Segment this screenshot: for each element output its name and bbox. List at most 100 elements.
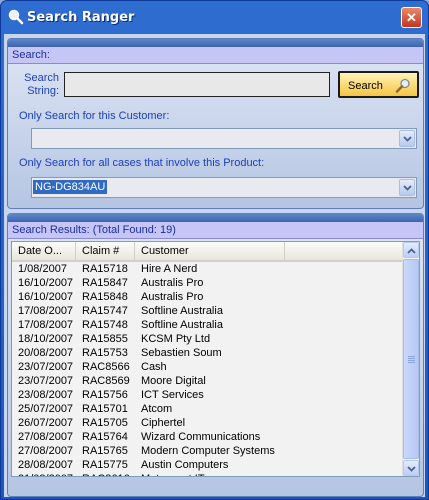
cell-date: 25/07/2007 [18, 403, 74, 415]
search-panel: Search: Search String: Search Only Searc… [7, 38, 424, 209]
results-rows: 1/08/2007 RA15718 Hire A Nerd 16/10/2007 RA1… [12, 262, 403, 476]
cell-claim: RAC8569 [82, 375, 130, 387]
cell-date: 28/08/2007 [18, 459, 74, 471]
customer-dropdown-button[interactable] [399, 130, 415, 147]
product-dropdown-value: NG-DG834AU [33, 180, 108, 194]
search-button-label: Search [348, 80, 383, 92]
cell-claim: RA15775 [82, 459, 128, 471]
cell-claim: RA15705 [82, 417, 128, 429]
table-row[interactable]: 31/08/2007 RAC8616 Metrowest IT [12, 472, 403, 476]
title-bar[interactable]: Search Ranger ✕ [1, 1, 428, 34]
cell-date: 27/08/2007 [18, 445, 74, 457]
cell-date: 23/08/2007 [18, 389, 74, 401]
results-panel-header: Search Results: (Total Found: 19) [8, 222, 423, 239]
table-row[interactable]: 28/08/2007 RA15775 Austin Computers [12, 458, 403, 472]
search-ranger-window: Search Ranger ✕ Search: Search String: S… [0, 0, 429, 500]
cell-claim: RA15855 [82, 333, 128, 345]
cell-customer: Australis Pro [141, 277, 204, 289]
cell-date: 16/10/2007 [18, 277, 74, 289]
cell-claim: RA15756 [82, 389, 128, 401]
column-header-date[interactable]: Date O... [12, 242, 76, 260]
product-dropdown-button[interactable] [399, 179, 415, 196]
chevron-down-icon [403, 185, 412, 191]
cell-customer: Metrowest IT [141, 472, 205, 476]
cell-customer: Sebastien Soum [141, 347, 222, 359]
cell-customer: Softline Australia [141, 319, 223, 331]
magnifier-icon [8, 9, 24, 25]
scroll-down-button[interactable] [403, 460, 419, 476]
cell-claim: RA15765 [82, 445, 128, 457]
product-filter-label: Only Search for all cases that involve t… [19, 157, 265, 169]
cell-date: 26/07/2007 [18, 417, 74, 429]
cell-customer: Wizard Communications [141, 431, 261, 443]
table-row[interactable]: 17/08/2007 RA15748 Softline Australia [12, 318, 403, 332]
cell-date: 17/08/2007 [18, 305, 74, 317]
vertical-scrollbar[interactable] [402, 242, 419, 476]
results-table[interactable]: Date O... Claim # Customer 1/08/2007 RA15… [11, 241, 420, 477]
cell-claim: RA15753 [82, 347, 128, 359]
search-string-input[interactable] [64, 72, 330, 97]
table-row[interactable]: 27/08/2007 RA15765 Modern Computer Systems [12, 444, 403, 458]
cell-customer: Atcom [141, 403, 173, 415]
cell-date: 31/08/2007 [18, 472, 73, 476]
cell-claim: RA15718 [82, 263, 128, 275]
cell-date: 17/08/2007 [18, 319, 74, 331]
column-header-customer[interactable]: Customer [135, 242, 285, 260]
close-icon: ✕ [406, 10, 417, 25]
cell-customer: Ciphertel [141, 417, 186, 429]
cell-claim: RAC8566 [82, 361, 130, 373]
table-row[interactable]: 23/08/2007 RA15756 ICT Services [12, 388, 403, 402]
cell-claim: RA15848 [82, 291, 128, 303]
cell-customer: Australis Pro [141, 291, 204, 303]
table-row[interactable]: 1/08/2007 RA15718 Hire A Nerd [12, 262, 403, 276]
table-row[interactable]: 25/07/2007 RA15701 Atcom [12, 402, 403, 416]
cell-claim: RA15847 [82, 277, 128, 289]
table-row[interactable]: 23/07/2007 RAC8566 Cash [12, 360, 403, 374]
panel-top-strip [8, 214, 423, 222]
customer-dropdown[interactable] [31, 128, 417, 149]
table-row[interactable]: 27/08/2007 RA15764 Wizard Communications [12, 430, 403, 444]
thumb-grip [408, 358, 415, 359]
column-header-claim[interactable]: Claim # [76, 242, 135, 260]
thumb-grip [408, 362, 415, 363]
cell-claim: RA15764 [82, 431, 128, 443]
cell-date: 16/10/2007 [18, 291, 74, 303]
cell-date: 20/08/2007 [18, 347, 74, 359]
chevron-down-icon [403, 136, 412, 142]
cell-customer: Softline Australia [141, 305, 223, 317]
table-row[interactable]: 16/10/2007 RA15847 Australis Pro [12, 276, 403, 290]
magnifier-icon [395, 78, 410, 93]
cell-claim: RA15747 [82, 305, 128, 317]
cell-date: 1/08/2007 [18, 263, 67, 275]
window-title: Search Ranger [27, 10, 135, 25]
cell-customer: Austin Computers [141, 459, 229, 471]
cell-date: 23/07/2007 [18, 361, 74, 373]
results-table-header: Date O... Claim # Customer [12, 242, 403, 262]
scroll-up-button[interactable] [403, 242, 419, 258]
scroll-thumb[interactable] [403, 259, 419, 459]
table-row[interactable]: 17/08/2007 RA15747 Softline Australia [12, 304, 403, 318]
table-row[interactable]: 20/08/2007 RA15753 Sebastien Soum [12, 346, 403, 360]
chevron-down-icon [407, 466, 416, 472]
cell-customer: Cash [141, 361, 167, 373]
table-row[interactable]: 23/07/2007 RAC8569 Moore Digital [12, 374, 403, 388]
customer-dropdown-value [33, 131, 37, 145]
customer-filter-label: Only Search for this Customer: [19, 110, 170, 122]
cell-customer: KCSM Pty Ltd [141, 333, 211, 345]
close-button[interactable]: ✕ [401, 7, 422, 28]
search-button[interactable]: Search [338, 71, 419, 98]
search-panel-header: Search: [8, 47, 423, 64]
product-dropdown[interactable]: NG-DG834AU [31, 177, 417, 198]
cell-claim: RA15701 [82, 403, 128, 415]
cell-claim: RAC8616 [82, 472, 130, 476]
thumb-grip [408, 356, 415, 357]
thumb-grip [408, 360, 415, 361]
table-row[interactable]: 18/10/2007 RA15855 KCSM Pty Ltd [12, 332, 403, 346]
table-row[interactable]: 26/07/2007 RA15705 Ciphertel [12, 416, 403, 430]
table-row[interactable]: 16/10/2007 RA15848 Australis Pro [12, 290, 403, 304]
results-panel: Search Results: (Total Found: 19) Date O… [7, 213, 424, 497]
cell-date: 18/10/2007 [18, 333, 74, 345]
cell-customer: Hire A Nerd [141, 263, 198, 275]
search-string-label: Search String: [24, 72, 59, 97]
window-client-area: Search: Search String: Search Only Searc… [4, 34, 425, 497]
